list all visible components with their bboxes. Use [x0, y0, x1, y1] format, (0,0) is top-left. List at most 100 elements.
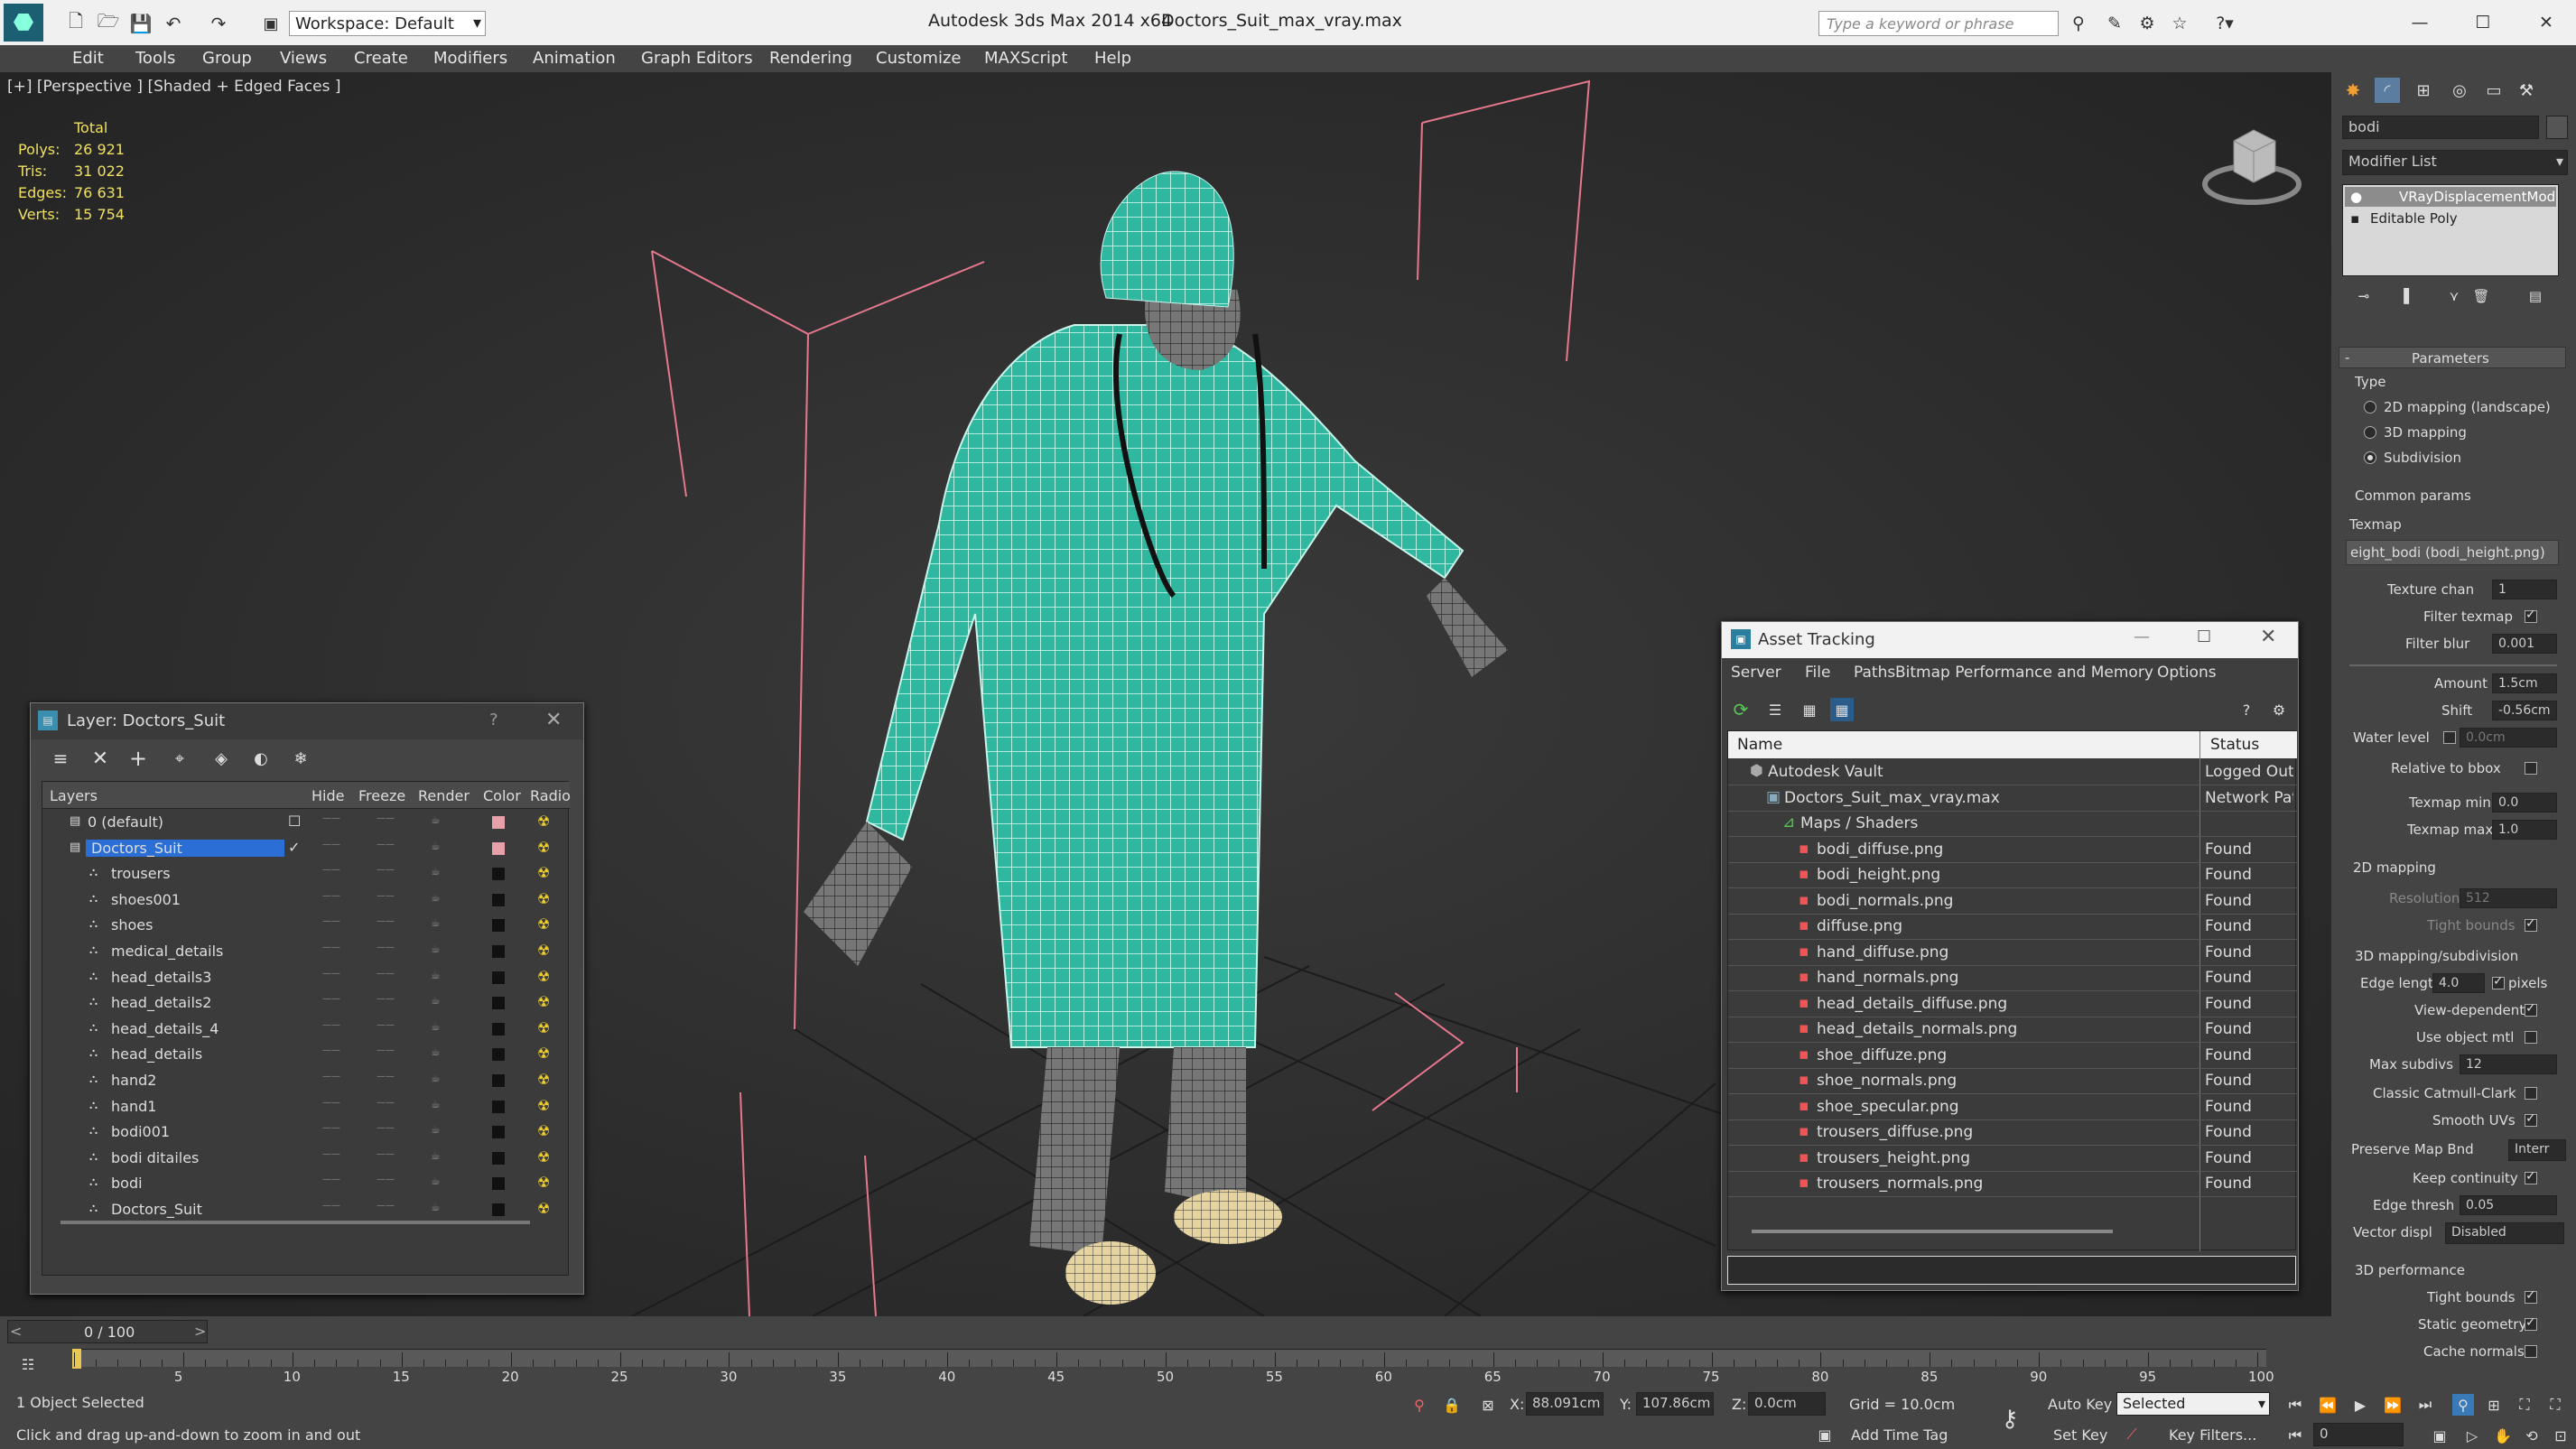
stack-item-editable-poly[interactable]: ▪ Editable Poly — [2345, 209, 2556, 228]
classic-catmull-checkbox[interactable] — [2525, 1087, 2537, 1100]
pan-view-icon[interactable]: ✋ — [2492, 1425, 2514, 1446]
favorites-star-icon[interactable]: ☆ — [2169, 13, 2190, 34]
freeze-toggle-icon[interactable]: —— — [377, 943, 395, 952]
hide-toggle-icon[interactable]: —— — [322, 865, 340, 875]
layer-row[interactable]: ⛬ shoes —— —— ☕ ☢ — [44, 914, 568, 939]
settings-icon[interactable]: ⚙ — [2267, 698, 2291, 721]
asset-row[interactable]: ⊿ Maps / Shaders — [1728, 812, 2297, 837]
layer-row[interactable]: ⛬ shoes001 —— —— ☕ ☢ — [44, 888, 568, 914]
help-icon[interactable]: ? — [489, 711, 498, 729]
menu-tools[interactable]: Tools — [135, 49, 175, 68]
render-toggle-icon[interactable]: ☕ — [431, 1149, 441, 1162]
use-object-mtl-checkbox[interactable] — [2525, 1031, 2537, 1044]
asset-row[interactable]: ▪ trousers_height.png Found — [1728, 1147, 2297, 1172]
radio-subdivision[interactable] — [2364, 451, 2376, 464]
select-objects-icon[interactable]: ⌖ — [166, 745, 193, 772]
render-toggle-icon[interactable]: ☕ — [431, 865, 441, 878]
orbit-icon[interactable]: ⟲ — [2521, 1425, 2543, 1446]
create-layer-icon[interactable]: ≡ — [47, 745, 74, 772]
configure-sets-icon[interactable]: ▤ — [2525, 285, 2546, 307]
radiosity-icon[interactable]: ☢ — [537, 968, 550, 985]
hierarchy-tab-icon[interactable]: ⊞ — [2411, 78, 2436, 103]
hide-toggle-icon[interactable]: —— — [322, 969, 340, 979]
texmap-button[interactable]: eight_bodi (bodi_height.png) — [2346, 540, 2559, 565]
relative-bbox-checkbox[interactable] — [2525, 762, 2537, 775]
layer-color-swatch[interactable] — [492, 945, 505, 958]
render-toggle-icon[interactable]: ☕ — [431, 813, 441, 826]
render-toggle-icon[interactable]: ☕ — [431, 1020, 441, 1033]
time-slider[interactable]: < 0 / 100 > — [7, 1320, 208, 1343]
asset-menu-bitmap[interactable]: Bitmap Performance and Memory — [1895, 664, 2153, 682]
water-level-spinner[interactable]: 0.0cm — [2460, 728, 2557, 748]
go-to-end-icon[interactable]: ⏭ — [2414, 1394, 2436, 1416]
asset-row[interactable]: ▪ diffuse.png Found — [1728, 915, 2297, 940]
render-toggle-icon[interactable]: ☕ — [431, 1098, 441, 1110]
freeze-toggle-icon[interactable]: —— — [377, 1072, 395, 1082]
tight-bounds-2d-checkbox[interactable] — [2525, 916, 2537, 932]
go-to-start-icon[interactable]: ⏮ — [2284, 1394, 2306, 1416]
layer-color-swatch[interactable] — [492, 971, 505, 984]
smooth-uvs-checkbox[interactable] — [2525, 1111, 2537, 1127]
layer-color-swatch[interactable] — [492, 1203, 505, 1216]
object-name-field[interactable]: bodi — [2342, 116, 2539, 139]
asset-menu-options[interactable]: Options — [2157, 664, 2217, 682]
radiosity-icon[interactable]: ☢ — [537, 1148, 550, 1166]
layer-name[interactable]: medical_details — [111, 943, 223, 960]
selection-lock-icon[interactable]: ⚲ — [1409, 1394, 1430, 1416]
asset-row[interactable]: ▪ trousers_normals.png Found — [1728, 1172, 2297, 1197]
amount-spinner[interactable]: 1.5cm — [2492, 673, 2557, 693]
asset-row[interactable]: ▪ hand_normals.png Found — [1728, 966, 2297, 991]
freeze-toggle-icon[interactable]: —— — [377, 840, 395, 850]
layer-row[interactable]: ⛬ bodi001 —— —— ☕ ☢ — [44, 1120, 568, 1146]
asset-menu-file[interactable]: File — [1805, 664, 1830, 682]
zoom-extents-all-icon[interactable]: ⛶ — [2544, 1394, 2566, 1416]
texture-channel-spinner[interactable]: 1 — [2492, 580, 2557, 599]
communication-icon[interactable]: ✎ — [2104, 13, 2125, 34]
asset-row[interactable]: ▪ trousers_diffuse.png Found — [1728, 1120, 2297, 1146]
layer-color-swatch[interactable] — [492, 1177, 505, 1191]
layer-scrollbar[interactable] — [60, 1221, 530, 1224]
modify-tab-icon[interactable]: ◜ — [2375, 78, 2400, 103]
layer-name[interactable]: hand2 — [111, 1072, 156, 1089]
zoom-icon[interactable]: ⚲ — [2452, 1394, 2474, 1416]
hide-toggle-icon[interactable]: —— — [322, 994, 340, 1004]
layer-name[interactable]: head_details3 — [111, 969, 211, 986]
layer-name[interactable]: head_details_4 — [111, 1020, 219, 1037]
key-mode-toggle-icon[interactable]: ⏮ — [2284, 1425, 2306, 1446]
new-file-icon[interactable]: 🗋 — [65, 10, 87, 34]
layer-row[interactable]: ⛬ head_details2 —— —— ☕ ☢ — [44, 991, 568, 1017]
radiosity-icon[interactable]: ☢ — [537, 942, 550, 959]
asset-row[interactable]: ▪ bodi_normals.png Found — [1728, 889, 2297, 915]
layer-name[interactable]: shoes001 — [111, 891, 181, 908]
add-time-tag[interactable]: Add Time Tag — [1851, 1426, 1948, 1444]
radiosity-icon[interactable]: ☢ — [537, 1200, 550, 1217]
absolute-mode-icon[interactable]: ⊠ — [1477, 1394, 1499, 1416]
layer-color-swatch[interactable] — [492, 1048, 505, 1062]
mini-curve-editor-icon[interactable]: ☷ — [13, 1349, 43, 1379]
layer-color-swatch[interactable] — [492, 1022, 505, 1036]
radiosity-icon[interactable]: ☢ — [537, 1097, 550, 1114]
project-folder-icon[interactable]: ▣ — [260, 13, 282, 34]
hide-toggle-icon[interactable]: —— — [322, 1020, 340, 1030]
pin-stack-icon[interactable]: ⊸ — [2353, 285, 2375, 307]
asset-row[interactable]: ▪ bodi_diffuse.png Found — [1728, 838, 2297, 863]
current-frame-field[interactable]: 0 — [2313, 1423, 2404, 1446]
asset-row[interactable]: ⬢ Autodesk Vault Logged Out — [1728, 760, 2297, 785]
render-toggle-icon[interactable]: ☕ — [431, 916, 441, 929]
col-layers[interactable]: Layers — [50, 787, 98, 804]
layer-color-swatch[interactable] — [492, 1074, 505, 1087]
layer-name[interactable]: head_details2 — [111, 994, 211, 1011]
make-unique-icon[interactable]: ⋎ — [2443, 285, 2465, 307]
play-icon[interactable]: ▶ — [2349, 1394, 2371, 1416]
asset-row[interactable]: ▪ bodi_height.png Found — [1728, 863, 2297, 888]
col-freeze[interactable]: Freeze — [358, 787, 405, 804]
exchange-icon[interactable]: ⚙ — [2136, 13, 2158, 34]
static-geometry-checkbox[interactable] — [2525, 1315, 2537, 1331]
search-input[interactable]: Type a keyword or phrase — [1818, 11, 2059, 36]
radio-3d-mapping[interactable] — [2364, 426, 2376, 439]
render-toggle-icon[interactable]: ☕ — [431, 1123, 441, 1136]
asset-menu-paths[interactable]: Paths — [1854, 664, 1895, 682]
hide-toggle-icon[interactable]: —— — [322, 1201, 340, 1211]
time-tag-icon[interactable]: ▣ — [1815, 1425, 1835, 1444]
time-slider-prev-icon[interactable]: < — [10, 1323, 22, 1340]
